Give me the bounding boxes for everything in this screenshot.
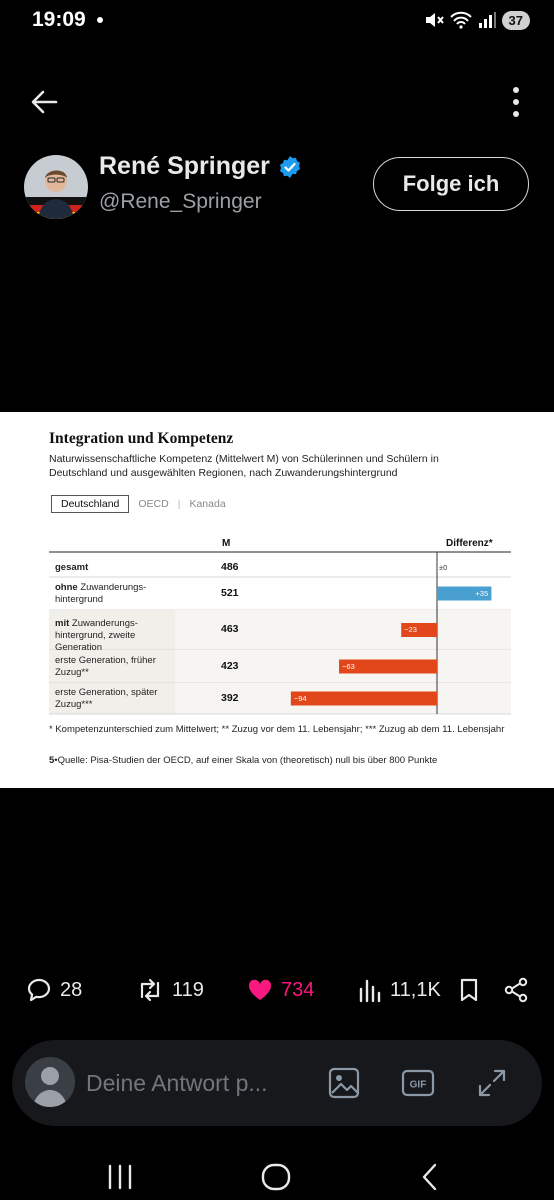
reply-composer: GIF [12,1040,542,1126]
row-label: mit Zuwanderungs-hintergrund, zweite Gen… [55,618,175,654]
status-bar: 19:09 37 [0,0,554,42]
row-label: erste Generation, früher Zuzug** [55,655,175,679]
back-arrow-icon[interactable] [26,84,62,120]
profile-name-text: René Springer [99,152,270,180]
like-count: 734 [281,978,315,1001]
own-avatar[interactable] [25,1057,75,1107]
heart-icon [248,979,272,1000]
following-button[interactable]: Folge ich [373,157,529,211]
expand-icon[interactable] [475,1066,509,1100]
wifi-icon [449,11,472,29]
tab-oecd: OECD [138,498,169,510]
image-icon[interactable] [327,1066,361,1100]
status-icons: 37 [424,9,530,31]
row-m-value: 392 [221,691,239,704]
share-icon [504,977,528,1003]
views-action[interactable]: 11,1K [358,970,441,1010]
source-text: •Quelle: Pisa-Studien der OECD, auf eine… [54,755,438,766]
repost-action[interactable]: 119 [136,970,204,1010]
share-action[interactable] [503,970,529,1010]
zero-axis-label: ±0 [439,563,448,572]
more-options-icon[interactable] [506,84,526,120]
home-icon[interactable] [259,1160,293,1194]
chart-source: 5•Quelle: Pisa-Studien der OECD, auf ein… [49,755,437,766]
diff-bar-label: −63 [342,661,355,671]
recent-apps-icon[interactable] [103,1160,137,1194]
system-nav-bar [0,1150,554,1200]
row-m-value: 521 [221,586,239,599]
row-m-value: 463 [221,623,239,635]
diff-bar-label: −23 [404,625,417,634]
tab-kanada: Kanada [189,498,226,510]
profile-name[interactable]: René Springer [99,152,302,181]
chart-footnote: * Kompetenzunterschied zum Mittelwert; *… [49,724,505,735]
verified-badge-icon [279,155,300,178]
avatar[interactable] [24,155,88,219]
like-action[interactable]: 734 [247,970,314,1010]
row-m-value: 486 [221,560,239,573]
post-actions: 28 119 734 11,1K [0,970,554,1010]
row-label-bold: ohne [55,581,78,593]
diff-bar-label: −94 [293,693,307,703]
column-header-differenz: Differenz* [446,538,493,549]
signal-icon [478,12,496,28]
row-label: erste Generation, später Zuzug*** [55,687,175,711]
row-label-text: erste Generation, früher Zuzug** [55,654,156,678]
reply-input[interactable] [86,1067,306,1099]
row-m-value: 423 [221,659,239,672]
battery-indicator: 37 [501,10,530,30]
reply-icon [27,978,51,1002]
chart-tabs: Deutschland OECD | Kanada [51,495,235,513]
views-icon [359,979,381,1003]
row-label: gesamt [55,562,175,574]
chart-title: Integration und Kompetenz [49,430,234,447]
mute-icon [425,13,444,27]
system-back-icon[interactable] [414,1160,448,1194]
row-label-text: erste Generation, später Zuzug*** [55,686,158,710]
bookmark-action[interactable] [457,970,481,1010]
gif-icon[interactable]: GIF [401,1066,435,1100]
reply-count: 28 [60,978,83,1001]
diff-bar-label: +35 [475,588,489,598]
repost-icon [140,978,160,1002]
column-header-m: M [222,538,231,549]
profile-handle[interactable]: @Rene_Springer [99,190,262,214]
svg-text:GIF: GIF [410,1080,427,1091]
post-image[interactable]: Integration und Kompetenz Naturwissensch… [0,412,554,788]
notification-dot [97,17,103,23]
row-label-bold: mit [55,618,70,629]
row-label-bold: gesamt [55,561,89,573]
views-count: 11,1K [390,978,441,1001]
bookmark-icon [460,978,478,1002]
chart-subtitle: Naturwissenschaftliche Kompetenz (Mittel… [49,453,439,479]
diff-bar [290,691,437,706]
status-time: 19:09 [32,8,86,31]
reply-action[interactable]: 28 [26,970,82,1010]
tab-deutschland: Deutschland [51,495,130,513]
row-label: ohne Zuwanderungs-hintergrund [55,582,175,606]
repost-count: 119 [172,978,204,1001]
